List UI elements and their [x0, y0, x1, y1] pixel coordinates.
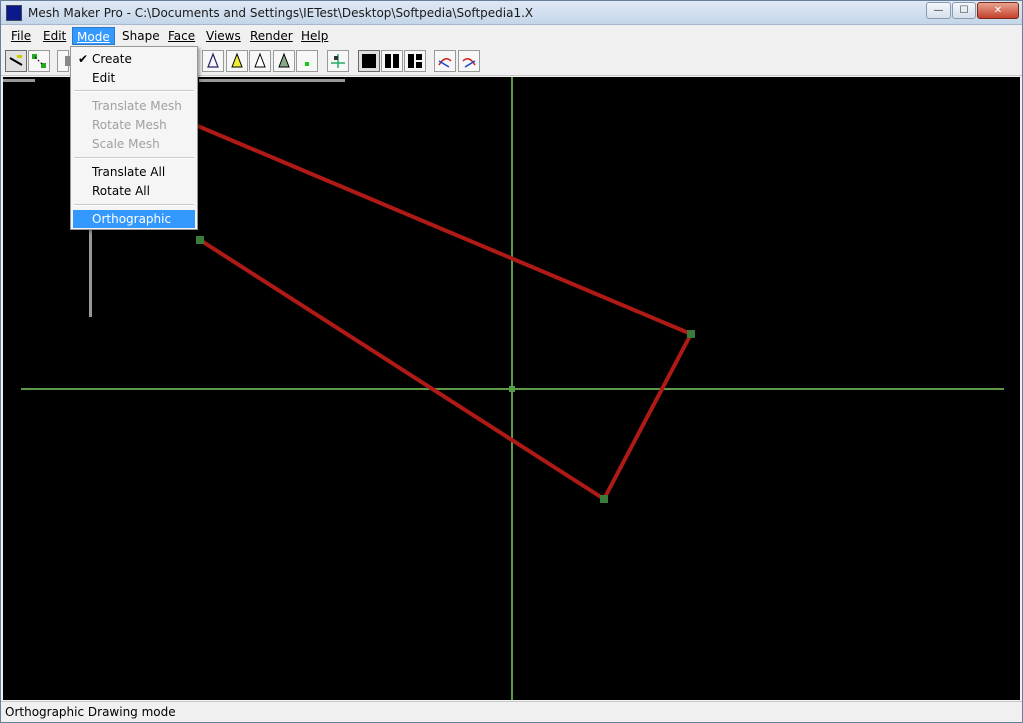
- menu-option-rotate-all[interactable]: Rotate All: [73, 182, 195, 200]
- dual-view-icon[interactable]: [381, 50, 403, 72]
- app-window: Mesh Maker Pro - C:\Documents and Settin…: [0, 0, 1023, 723]
- vertex-triangle-icon[interactable]: [202, 50, 224, 72]
- rotate-right-icon[interactable]: [458, 50, 480, 72]
- status-text: Orthographic Drawing mode: [5, 705, 176, 719]
- menu-separator: [74, 157, 194, 159]
- menu-file[interactable]: File: [7, 27, 35, 45]
- close-button[interactable]: ✕: [977, 2, 1019, 19]
- green-point-icon[interactable]: [296, 50, 318, 72]
- select-points-icon[interactable]: [28, 50, 50, 72]
- axis-move-icon[interactable]: [327, 50, 349, 72]
- rotate-left-icon[interactable]: [434, 50, 456, 72]
- horizontal-scroll-track[interactable]: [199, 79, 345, 82]
- menu-bar: File Edit Mode Shape Face Views Render H…: [1, 25, 1022, 46]
- mesh-edge[interactable]: [192, 122, 692, 336]
- draw-line-icon[interactable]: [5, 50, 27, 72]
- menu-mode[interactable]: Mode: [72, 27, 115, 45]
- menu-separator: [74, 204, 194, 206]
- menu-edit[interactable]: Edit: [39, 27, 70, 45]
- app-icon: [6, 5, 22, 21]
- outline-triangle-icon[interactable]: [249, 50, 271, 72]
- menu-option-translate-all[interactable]: Translate All: [73, 163, 195, 181]
- minimize-button[interactable]: —: [926, 2, 951, 19]
- mode-dropdown-menu: ✔ Create Edit Translate Mesh Rotate Mesh…: [70, 46, 198, 230]
- horizontal-scroll-thumb[interactable]: [3, 79, 35, 82]
- status-bar: Orthographic Drawing mode: [1, 701, 1022, 722]
- menu-render[interactable]: Render: [246, 27, 297, 45]
- menu-separator: [74, 90, 194, 92]
- mesh-vertex[interactable]: [600, 495, 608, 503]
- title-bar[interactable]: Mesh Maker Pro - C:\Documents and Settin…: [1, 1, 1022, 25]
- filled-triangle-icon[interactable]: [273, 50, 295, 72]
- menu-shape[interactable]: Shape: [118, 27, 164, 45]
- menu-views[interactable]: Views: [202, 27, 245, 45]
- check-icon: ✔: [78, 52, 89, 66]
- vertical-scroll-thumb[interactable]: [89, 229, 92, 317]
- menu-option-translate-mesh: Translate Mesh: [92, 99, 182, 113]
- quad-view-icon[interactable]: [404, 50, 426, 72]
- menu-option-scale-mesh: Scale Mesh: [92, 137, 160, 151]
- menu-help[interactable]: Help: [297, 27, 332, 45]
- single-view-icon[interactable]: [358, 50, 380, 72]
- yellow-triangle-icon[interactable]: [226, 50, 248, 72]
- menu-option-edit[interactable]: Edit: [73, 69, 195, 87]
- mesh-edge[interactable]: [198, 238, 606, 501]
- origin-marker: [509, 386, 515, 392]
- menu-option-orthographic[interactable]: Orthographic: [73, 210, 195, 228]
- maximize-button[interactable]: ☐: [952, 2, 976, 19]
- gray-tool-icon[interactable]: [57, 50, 71, 72]
- mesh-edge[interactable]: [602, 333, 693, 500]
- mesh-vertex[interactable]: [196, 236, 204, 244]
- mesh-polygon[interactable]: [192, 122, 695, 503]
- menu-face[interactable]: Face: [164, 27, 199, 45]
- window-title: Mesh Maker Pro - C:\Documents and Settin…: [28, 6, 534, 20]
- mesh-vertex[interactable]: [687, 330, 695, 338]
- menu-option-create[interactable]: ✔ Create: [73, 50, 195, 68]
- menu-option-rotate-mesh: Rotate Mesh: [92, 118, 167, 132]
